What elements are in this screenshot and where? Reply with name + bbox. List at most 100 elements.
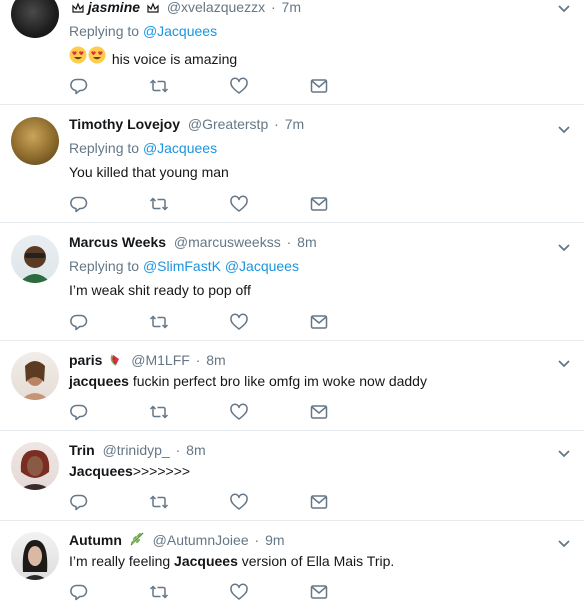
reply-button[interactable] (69, 312, 89, 332)
like-button[interactable] (229, 194, 249, 214)
like-button[interactable] (229, 312, 249, 332)
tweet[interactable]: Marcus Weeks @marcusweekss · 8m Replying… (0, 223, 584, 341)
replying-label: Replying to (69, 140, 143, 156)
caret-down-icon[interactable] (556, 239, 572, 255)
caret-down-icon[interactable] (556, 535, 572, 551)
replying-label: Replying to (69, 258, 143, 274)
user-fullname[interactable]: Timothy Lovejoy (69, 116, 180, 132)
caret-down-icon[interactable] (556, 355, 572, 371)
direct-message-button[interactable] (309, 402, 329, 422)
user-handle[interactable]: @trinidyp_ (103, 442, 170, 458)
replying-to: Replying to @Jacquees (69, 22, 554, 40)
profile-photo (21, 361, 49, 400)
direct-message-button[interactable] (309, 194, 329, 214)
user-handle[interactable]: @marcusweekss (174, 234, 281, 250)
tweet[interactable]: Autumn @AutumnJoiee · 9m I’m really feel… (0, 521, 584, 611)
watermelon-emoji-icon (109, 353, 123, 371)
tweet-header: paris @M1LFF · 8m (69, 351, 554, 369)
user-fullname[interactable]: paris (69, 352, 102, 368)
timestamp[interactable]: 8m (186, 442, 205, 458)
like-icon (229, 582, 249, 602)
tweet-header: jasmine @xvelazquezzx · 7m (69, 0, 554, 16)
mention-link[interactable]: @Jacquees (225, 258, 299, 274)
separator-dot: · (254, 532, 260, 548)
direct-message-icon (309, 76, 329, 96)
profile-photo (22, 540, 48, 580)
user-handle[interactable]: @AutumnJoiee (153, 532, 249, 548)
tweet-body: version of Ella Mais Trip. (237, 553, 395, 569)
avatar[interactable] (11, 0, 59, 38)
replying-to: Replying to @SlimFastK @Jacquees (69, 257, 554, 275)
like-icon (229, 194, 249, 214)
separator-dot: · (286, 234, 292, 250)
retweet-button[interactable] (149, 402, 169, 422)
user-handle[interactable]: @M1LFF (131, 352, 190, 368)
caret-down-icon[interactable] (556, 0, 572, 16)
caret-down-icon[interactable] (556, 445, 572, 461)
avatar[interactable] (11, 532, 59, 580)
tweet-body: >>>>>>> (132, 463, 191, 479)
reply-button[interactable] (69, 194, 89, 214)
retweet-button[interactable] (149, 312, 169, 332)
avatar[interactable] (11, 117, 59, 165)
crown-icon (147, 0, 159, 18)
like-icon (229, 76, 249, 96)
like-button[interactable] (229, 492, 249, 512)
mention-link[interactable]: @Jacquees (143, 23, 217, 39)
direct-message-button[interactable] (309, 312, 329, 332)
retweet-icon (149, 582, 169, 602)
replying-to: Replying to @Jacquees (69, 139, 554, 157)
mention-link[interactable]: @Jacquees (143, 140, 217, 156)
tweet-actions (69, 492, 349, 512)
like-button[interactable] (229, 402, 249, 422)
keyword-highlight: jacquees (69, 373, 129, 389)
reply-button[interactable] (69, 582, 89, 602)
retweet-icon (149, 492, 169, 512)
reply-button[interactable] (69, 492, 89, 512)
retweet-button[interactable] (149, 76, 169, 96)
tweet[interactable]: Timothy Lovejoy @Greaterstp · 7m Replyin… (0, 105, 584, 223)
avatar[interactable] (11, 352, 59, 400)
separator-dot: · (175, 442, 181, 458)
direct-message-button[interactable] (309, 582, 329, 602)
tweet-header: Trin @trinidyp_ · 8m (69, 441, 554, 459)
reply-button[interactable] (69, 402, 89, 422)
reply-button[interactable] (69, 76, 89, 96)
timestamp[interactable]: 7m (282, 0, 301, 15)
tweet[interactable]: Trin @trinidyp_ · 8m Jacquees>>>>>>> (0, 431, 584, 521)
user-handle[interactable]: @Greaterstp (188, 116, 268, 132)
retweet-button[interactable] (149, 194, 169, 214)
tweet-body: fuckin perfect bro like omfg im woke now… (128, 373, 427, 389)
keyword-highlight: Jacquees (174, 553, 238, 569)
direct-message-button[interactable] (309, 492, 329, 512)
timestamp[interactable]: 8m (206, 352, 225, 368)
timestamp[interactable]: 7m (285, 116, 304, 132)
retweet-icon (149, 402, 169, 422)
avatar[interactable] (11, 442, 59, 490)
tweet-header: Autumn @AutumnJoiee · 9m (69, 531, 554, 549)
caret-down-icon[interactable] (556, 121, 572, 137)
direct-message-icon (309, 194, 329, 214)
timestamp[interactable]: 9m (265, 532, 284, 548)
user-fullname[interactable]: Trin (69, 442, 95, 458)
direct-message-button[interactable] (309, 76, 329, 96)
tweet[interactable]: jasmine @xvelazquezzx · 7m Replying to @… (0, 0, 584, 105)
avatar[interactable] (11, 235, 59, 283)
retweet-button[interactable] (149, 582, 169, 602)
like-button[interactable] (229, 582, 249, 602)
herb-emoji-icon (129, 531, 145, 551)
reply-icon (69, 582, 89, 602)
retweet-button[interactable] (149, 492, 169, 512)
timestamp[interactable]: 8m (297, 234, 316, 250)
like-button[interactable] (229, 76, 249, 96)
heart-eyes-emoji-icon (88, 46, 106, 64)
user-handle[interactable]: @xvelazquezzx (167, 0, 265, 15)
user-fullname[interactable]: Marcus Weeks (69, 234, 166, 250)
separator-dot: · (270, 0, 276, 15)
user-fullname[interactable]: Autumn (69, 532, 122, 548)
tweet[interactable]: paris @M1LFF · 8m jacquees fuckin perfec… (0, 341, 584, 431)
user-fullname[interactable]: jasmine (88, 0, 140, 15)
direct-message-icon (309, 582, 329, 602)
tweet-actions (69, 402, 349, 422)
mention-link[interactable]: @SlimFastK (143, 258, 221, 274)
